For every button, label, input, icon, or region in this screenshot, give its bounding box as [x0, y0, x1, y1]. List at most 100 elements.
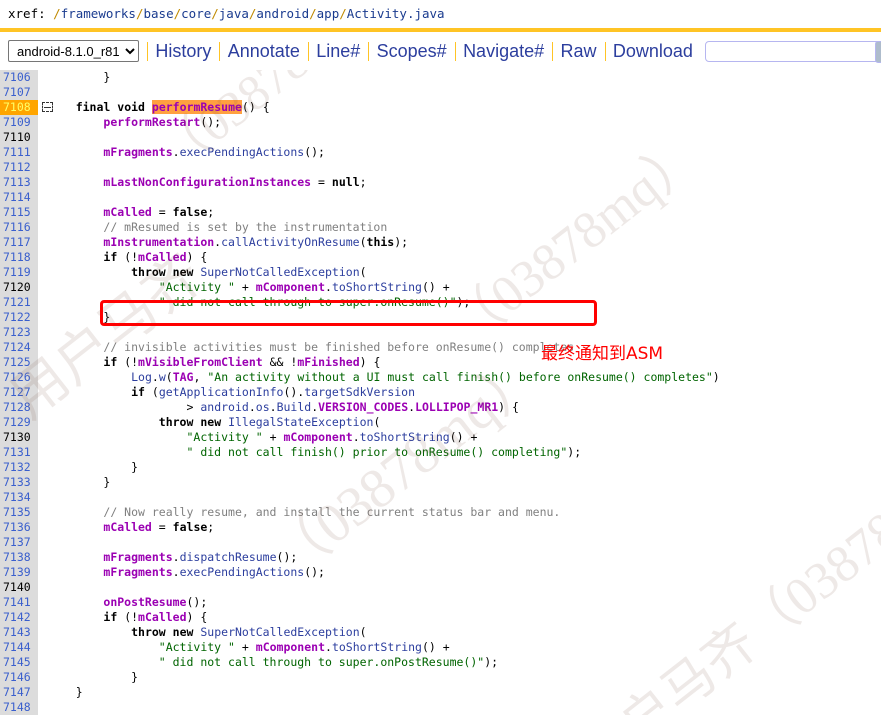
line-number[interactable]: 7138 [0, 550, 38, 565]
line-number[interactable]: 7111 [0, 145, 38, 160]
path-segment[interactable]: android [256, 6, 309, 21]
nav-link-scopes[interactable]: Scopes# [377, 41, 447, 62]
path-segment[interactable]: java [219, 6, 249, 21]
toolbar: android-8.1.0_r81 History Annotate Line#… [0, 32, 881, 70]
breadcrumb: xref: /frameworks/base/core/java/android… [0, 0, 881, 28]
project-select[interactable]: android-8.1.0_r81 [8, 40, 139, 62]
code-text: } [103, 310, 111, 324]
line-number[interactable]: 7136 [0, 520, 38, 535]
code-text: if (!mVisibleFromClient && !mFinished) { [103, 355, 381, 369]
code-text: mCalled = false; [103, 520, 215, 534]
line-number[interactable]: 7119 [0, 265, 38, 280]
line-number[interactable]: 7141 [0, 595, 38, 610]
line-number[interactable]: 7128 [0, 400, 38, 415]
code-text: mFragments.dispatchResume(); [103, 550, 298, 564]
search-input[interactable] [704, 40, 881, 62]
code-line: 7142 if (!mCalled) { [0, 610, 881, 625]
code-text: "Activity " + mComponent.toShortString()… [186, 430, 478, 444]
nav-link-raw[interactable]: Raw [561, 41, 597, 62]
line-number[interactable]: 7131 [0, 445, 38, 460]
line-number[interactable]: 7107 [0, 85, 38, 100]
line-number[interactable]: 7130 [0, 430, 38, 445]
nav-link-annotate[interactable]: Annotate [228, 41, 300, 62]
code-line: 7133 } [0, 475, 881, 490]
code-text: if (getApplicationInfo().targetSdkVersio… [131, 385, 416, 399]
code-text: mInstrumentation.callActivityOnResume(th… [103, 235, 409, 249]
line-number[interactable]: 7137 [0, 535, 38, 550]
code-text: onPostResume(); [103, 595, 208, 609]
code-text: // Now really resume, and install the cu… [103, 505, 561, 519]
line-number[interactable]: 7133 [0, 475, 38, 490]
code-text: throw new SuperNotCalledException( [131, 265, 367, 279]
code-line: 7107 [0, 85, 881, 100]
path-segment[interactable]: base [144, 6, 174, 21]
code-text: mLastNonConfigurationInstances = null; [103, 175, 367, 189]
source-code-viewer[interactable]: 7106 } 7107 7108 final void performResume(… [0, 70, 881, 715]
path-segment[interactable]: core [181, 6, 211, 21]
path-segment[interactable]: app [317, 6, 340, 21]
code-line: 7110 [0, 130, 881, 145]
line-number[interactable]: 7144 [0, 640, 38, 655]
line-number[interactable]: 7117 [0, 235, 38, 250]
line-number[interactable]: 7123 [0, 325, 38, 340]
line-number[interactable]: 7109 [0, 115, 38, 130]
line-number[interactable]: 7122 [0, 310, 38, 325]
line-number[interactable]: 7120 [0, 280, 38, 295]
line-number[interactable]: 7148 [0, 700, 38, 715]
line-number[interactable]: 7112 [0, 160, 38, 175]
xref-label: xref: [8, 6, 46, 21]
line-number[interactable]: 7142 [0, 610, 38, 625]
line-number[interactable]: 7124 [0, 340, 38, 355]
line-number[interactable]: 7140 [0, 580, 38, 595]
code-line: 7130 "Activity " + mComponent.toShortStr… [0, 430, 881, 445]
line-number[interactable]: 7134 [0, 490, 38, 505]
line-number[interactable]: 7114 [0, 190, 38, 205]
line-number[interactable]: 7108 [0, 100, 38, 115]
path-separator: / [173, 6, 182, 21]
line-number[interactable]: 7143 [0, 625, 38, 640]
line-number[interactable]: 7121 [0, 295, 38, 310]
line-number[interactable]: 7116 [0, 220, 38, 235]
line-number[interactable]: 7139 [0, 565, 38, 580]
code-line: 7143 throw new SuperNotCalledException( [0, 625, 881, 640]
line-number[interactable]: 7110 [0, 130, 38, 145]
line-number[interactable]: 7125 [0, 355, 38, 370]
line-number[interactable]: 7127 [0, 385, 38, 400]
nav-link-history[interactable]: History [155, 41, 211, 62]
code-text: performRestart(); [103, 115, 222, 129]
nav-link-download[interactable]: Download [613, 41, 693, 62]
line-number[interactable]: 7132 [0, 460, 38, 475]
code-line: 7135 // Now really resume, and install t… [0, 505, 881, 520]
line-number[interactable]: 7118 [0, 250, 38, 265]
line-number[interactable]: 7106 [0, 70, 38, 85]
code-text: } [103, 475, 111, 489]
code-line: 7136 mCalled = false; [0, 520, 881, 535]
code-line: 7126 Log.w(TAG, "An activity without a U… [0, 370, 881, 385]
line-number[interactable]: 7129 [0, 415, 38, 430]
code-line: 7146 } [0, 670, 881, 685]
code-line: 7116 // mResumed is set by the instrumen… [0, 220, 881, 235]
code-line: 7123 [0, 325, 881, 340]
code-line: 7106 } [0, 70, 881, 85]
path-segment[interactable]: Activity.java [347, 6, 445, 21]
code-text: throw new IllegalStateException( [158, 415, 381, 429]
code-text: " did not call through to super.onPostRe… [158, 655, 499, 669]
code-line: 7147 } [0, 685, 881, 700]
nav-link-line-numbers[interactable]: Line# [316, 41, 360, 62]
line-number[interactable]: 7145 [0, 655, 38, 670]
line-number[interactable]: 7146 [0, 670, 38, 685]
line-number[interactable]: 7147 [0, 685, 38, 700]
path-segment[interactable]: frameworks [61, 6, 136, 21]
code-text: throw new SuperNotCalledException( [131, 625, 367, 639]
code-line: 7122 } [0, 310, 881, 325]
line-number[interactable]: 7115 [0, 205, 38, 220]
line-number[interactable]: 7135 [0, 505, 38, 520]
code-text: if (!mCalled) { [103, 610, 208, 624]
scrollbar-thumb[interactable] [875, 41, 881, 63]
nav-link-navigate[interactable]: Navigate# [463, 41, 544, 62]
code-text: "Activity " + mComponent.toShortString()… [158, 280, 450, 294]
code-text: } [75, 685, 83, 699]
line-number[interactable]: 7113 [0, 175, 38, 190]
path-separator: / [211, 6, 219, 21]
line-number[interactable]: 7126 [0, 370, 38, 385]
